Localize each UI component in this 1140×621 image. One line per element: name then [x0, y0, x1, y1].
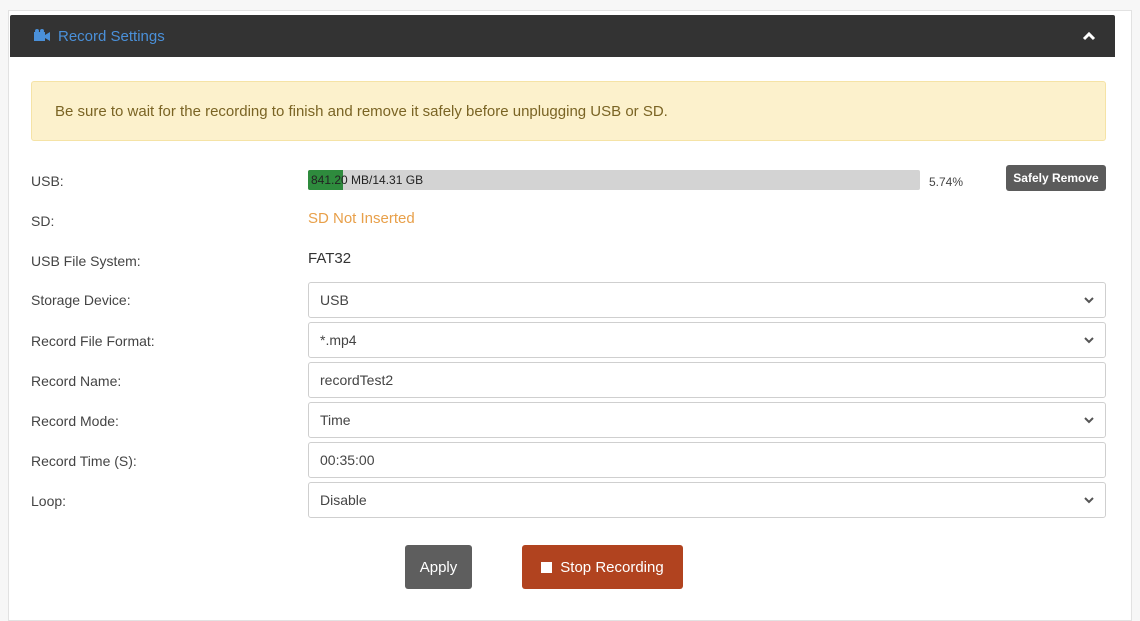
- chevron-down-icon: [1084, 497, 1094, 504]
- record-mode-value: Time: [320, 412, 351, 428]
- collapse-button[interactable]: [1079, 26, 1099, 46]
- loop-label: Loop:: [31, 493, 67, 509]
- record-format-select[interactable]: *.mp4: [308, 322, 1106, 358]
- sd-label: SD:: [31, 213, 55, 229]
- record-mode-select[interactable]: Time: [308, 402, 1106, 438]
- recorder-icon: [34, 29, 50, 41]
- usb-usage-text: 841.20 MB/14.31 GB: [311, 173, 424, 187]
- warning-alert: Be sure to wait for the recording to fin…: [31, 81, 1106, 141]
- record-time-input[interactable]: 00:35:00: [308, 442, 1106, 478]
- stop-recording-button[interactable]: Stop Recording: [522, 545, 683, 589]
- stop-icon: [541, 561, 553, 573]
- sd-status: SD Not Inserted: [308, 210, 415, 227]
- chevron-down-icon: [1084, 337, 1094, 344]
- record-format-label: Record File Format:: [31, 333, 155, 349]
- page: Record Settings Be sure to wait for the …: [0, 0, 1140, 621]
- record-time-label: Record Time (S):: [31, 453, 137, 469]
- panel-header[interactable]: Record Settings: [10, 15, 1115, 57]
- record-name-value: recordTest2: [320, 372, 394, 388]
- record-name-input[interactable]: recordTest2: [308, 362, 1106, 398]
- record-mode-label: Record Mode:: [31, 413, 119, 429]
- chevron-down-icon: [1084, 297, 1094, 304]
- record-format-value: *.mp4: [320, 332, 357, 348]
- usb-usage-bar: 841.20 MB/14.31 GB: [308, 170, 920, 190]
- alert-text: Be sure to wait for the recording to fin…: [55, 102, 668, 120]
- panel-title: Record Settings: [58, 27, 165, 45]
- apply-button[interactable]: Apply: [405, 545, 472, 589]
- record-time-value: 00:35:00: [320, 452, 375, 468]
- usb-label: USB:: [31, 173, 64, 189]
- loop-select[interactable]: Disable: [308, 482, 1106, 518]
- stop-recording-label: Stop Recording: [560, 558, 664, 576]
- storage-device-select[interactable]: USB: [308, 282, 1106, 318]
- chevron-up-icon: [1082, 31, 1096, 41]
- usb-file-system-value: FAT32: [308, 250, 352, 267]
- record-name-label: Record Name:: [31, 373, 122, 389]
- safely-remove-button[interactable]: Safely Remove: [1006, 165, 1106, 191]
- storage-device-label: Storage Device:: [31, 292, 131, 308]
- usb-file-system-label: USB File System:: [31, 253, 141, 269]
- loop-value: Disable: [320, 492, 367, 508]
- usb-usage-percent: 5.74%: [929, 175, 964, 189]
- storage-device-value: USB: [320, 292, 349, 308]
- chevron-down-icon: [1084, 417, 1094, 424]
